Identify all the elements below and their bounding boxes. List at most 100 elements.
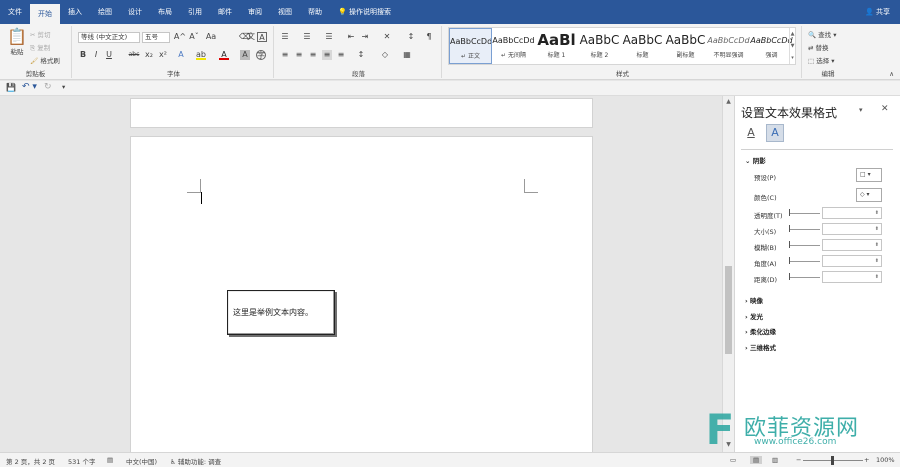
zoom-out-icon[interactable]: − xyxy=(796,456,801,464)
menu-design[interactable]: 设计 xyxy=(120,0,150,24)
replace-button[interactable]: ⇄ 替换 xyxy=(808,42,829,52)
scroll-thumb[interactable] xyxy=(725,266,732,354)
menu-mailings[interactable]: 邮件 xyxy=(210,0,240,24)
align-left-icon[interactable]: ≡ xyxy=(280,50,290,60)
change-case-icon[interactable]: Aa xyxy=(204,32,218,42)
save-icon[interactable]: 💾 xyxy=(6,83,16,92)
char-border-icon[interactable]: A xyxy=(257,32,267,42)
collapse-ribbon-icon[interactable]: ∧ xyxy=(889,70,894,78)
tell-me-search[interactable]: 💡 操作说明搜索 xyxy=(330,0,399,24)
menu-file[interactable]: 文件 xyxy=(0,0,30,24)
align-right-icon[interactable]: ≡ xyxy=(308,50,318,60)
glow-section-header[interactable]: › 发光 xyxy=(745,311,763,321)
underline-icon[interactable]: U xyxy=(104,50,114,60)
menu-layout[interactable]: 布局 xyxy=(150,0,180,24)
color-dropdown[interactable]: ◇ ▾ xyxy=(856,188,882,202)
soft-edges-section-header[interactable]: › 柔化边缘 xyxy=(745,326,776,336)
show-marks-icon[interactable]: ¶ xyxy=(424,32,434,42)
angle-spinner[interactable]: ⬍ xyxy=(822,255,882,267)
vertical-scrollbar[interactable]: ▲ ▼ xyxy=(722,96,734,452)
menu-help[interactable]: 帮助 xyxy=(300,0,330,24)
pane-options-icon[interactable]: ▾ xyxy=(859,106,863,114)
read-mode-icon[interactable]: ▭ xyxy=(730,456,736,464)
3d-format-section-header[interactable]: › 三维格式 xyxy=(745,342,776,352)
shading-icon[interactable]: ◇ xyxy=(380,50,390,60)
font-color-icon[interactable]: A xyxy=(219,50,229,60)
select-button[interactable]: ⬚ 选择 ▾ xyxy=(808,55,835,65)
proofing-icon[interactable]: ▤ xyxy=(107,456,113,464)
line-spacing-icon[interactable]: ↕ xyxy=(356,50,366,60)
page-count[interactable]: 第 2 页，共 2 页 xyxy=(6,456,55,466)
menu-insert[interactable]: 插入 xyxy=(60,0,90,24)
word-count[interactable]: 531 个字 xyxy=(68,456,95,466)
chinese-layout-icon[interactable]: ✕ xyxy=(382,32,392,42)
size-slider[interactable] xyxy=(790,229,820,230)
accessibility-status[interactable]: ♿ 辅助功能: 调查 xyxy=(170,456,221,466)
redo-icon[interactable]: ↻ xyxy=(44,82,52,92)
styles-scroll[interactable]: ▲ ▼ ▾ xyxy=(789,28,795,64)
menu-view[interactable]: 视图 xyxy=(270,0,300,24)
distance-slider[interactable] xyxy=(790,277,820,278)
highlight-icon[interactable]: ab xyxy=(196,50,206,60)
align-center-icon[interactable]: ≡ xyxy=(294,50,304,60)
reflection-section-header[interactable]: › 映像 xyxy=(745,295,763,305)
style-subtitle[interactable]: AaBbC 副标题 xyxy=(664,28,707,64)
superscript-icon[interactable]: x² xyxy=(158,50,168,60)
format-painter-button[interactable]: 🖌 格式刷 xyxy=(30,55,60,65)
justify-icon[interactable]: ≡ xyxy=(322,50,332,60)
paste-button[interactable]: 📋 粘贴 xyxy=(6,28,28,57)
phonetic-icon[interactable]: 文 xyxy=(246,32,256,42)
grow-font-icon[interactable]: A^ xyxy=(173,32,187,42)
style-heading2[interactable]: AaBbC 标题 2 xyxy=(578,28,621,64)
blur-slider[interactable] xyxy=(790,245,820,246)
numbering-icon[interactable]: ☰ xyxy=(302,32,312,42)
page-1[interactable] xyxy=(130,98,593,128)
zoom-in-icon[interactable]: + xyxy=(864,456,869,464)
shadow-section-header[interactable]: ⌄ 阴影 xyxy=(745,155,766,165)
print-layout-icon[interactable]: ▤ xyxy=(750,456,763,464)
style-no-spacing[interactable]: AaBbCcDd ↵ 无间隔 xyxy=(492,28,535,64)
style-heading1[interactable]: AaBl 标题 1 xyxy=(535,28,578,64)
italic-icon[interactable]: I xyxy=(91,50,101,60)
angle-slider[interactable] xyxy=(790,261,820,262)
menu-references[interactable]: 引用 xyxy=(180,0,210,24)
cut-button[interactable]: ✂ 剪切 xyxy=(30,29,51,39)
text-effects-tab-icon[interactable]: A xyxy=(766,124,784,142)
style-subtle-emphasis[interactable]: AaBbCcDd 不明显强调 xyxy=(707,28,750,64)
text-effects-icon[interactable]: A xyxy=(176,50,186,60)
scroll-up-icon[interactable]: ▲ xyxy=(724,98,733,107)
style-title[interactable]: AaBbC 标题 xyxy=(621,28,664,64)
style-normal[interactable]: AaBbCcDd ↵ 正文 xyxy=(449,28,492,64)
text-fill-outline-icon[interactable]: A xyxy=(743,126,759,142)
enclose-char-icon[interactable]: 字 xyxy=(256,50,266,60)
increase-indent-icon[interactable]: ⇥ xyxy=(360,32,370,42)
blur-spinner[interactable]: ⬍ xyxy=(822,239,882,251)
menu-review[interactable]: 审阅 xyxy=(240,0,270,24)
distributed-icon[interactable]: ≡ xyxy=(336,50,346,60)
multilevel-list-icon[interactable]: ☰ xyxy=(324,32,334,42)
font-name-dropdown[interactable]: 等线 (中文正文) xyxy=(78,32,140,43)
menu-home[interactable]: 开始 xyxy=(30,4,60,24)
transparency-spinner[interactable]: ⬍ xyxy=(822,207,882,219)
copy-button[interactable]: ⎘ 复制 xyxy=(30,42,50,53)
shrink-font-icon[interactable]: Aˇ xyxy=(187,32,201,42)
share-button[interactable]: 👤 共享 xyxy=(865,0,890,24)
transparency-slider[interactable] xyxy=(790,213,820,214)
web-layout-icon[interactable]: ▥ xyxy=(772,456,778,464)
find-button[interactable]: 🔍 查找 ▾ xyxy=(808,29,837,39)
sort-icon[interactable]: ↕ xyxy=(406,32,416,42)
sample-textbox[interactable]: 这里是举例文本内容。 xyxy=(227,290,335,335)
subscript-icon[interactable]: x₂ xyxy=(144,50,154,60)
language-status[interactable]: 中文(中国) xyxy=(126,456,157,466)
zoom-level[interactable]: 100% xyxy=(876,456,895,464)
borders-icon[interactable]: ▦ xyxy=(402,50,412,60)
menu-draw[interactable]: 绘图 xyxy=(90,0,120,24)
strikethrough-icon[interactable]: abc xyxy=(126,50,142,60)
style-emphasis[interactable]: AaBbCcDd 强调 xyxy=(750,28,793,64)
bullets-icon[interactable]: ☰ xyxy=(280,32,290,42)
customize-qat-icon[interactable]: ▾ xyxy=(62,83,65,91)
distance-spinner[interactable]: ⬍ xyxy=(822,271,882,283)
page-2[interactable]: 这里是举例文本内容。 xyxy=(130,136,593,452)
char-shading-icon[interactable]: A xyxy=(240,50,250,60)
decrease-indent-icon[interactable]: ⇤ xyxy=(346,32,356,42)
